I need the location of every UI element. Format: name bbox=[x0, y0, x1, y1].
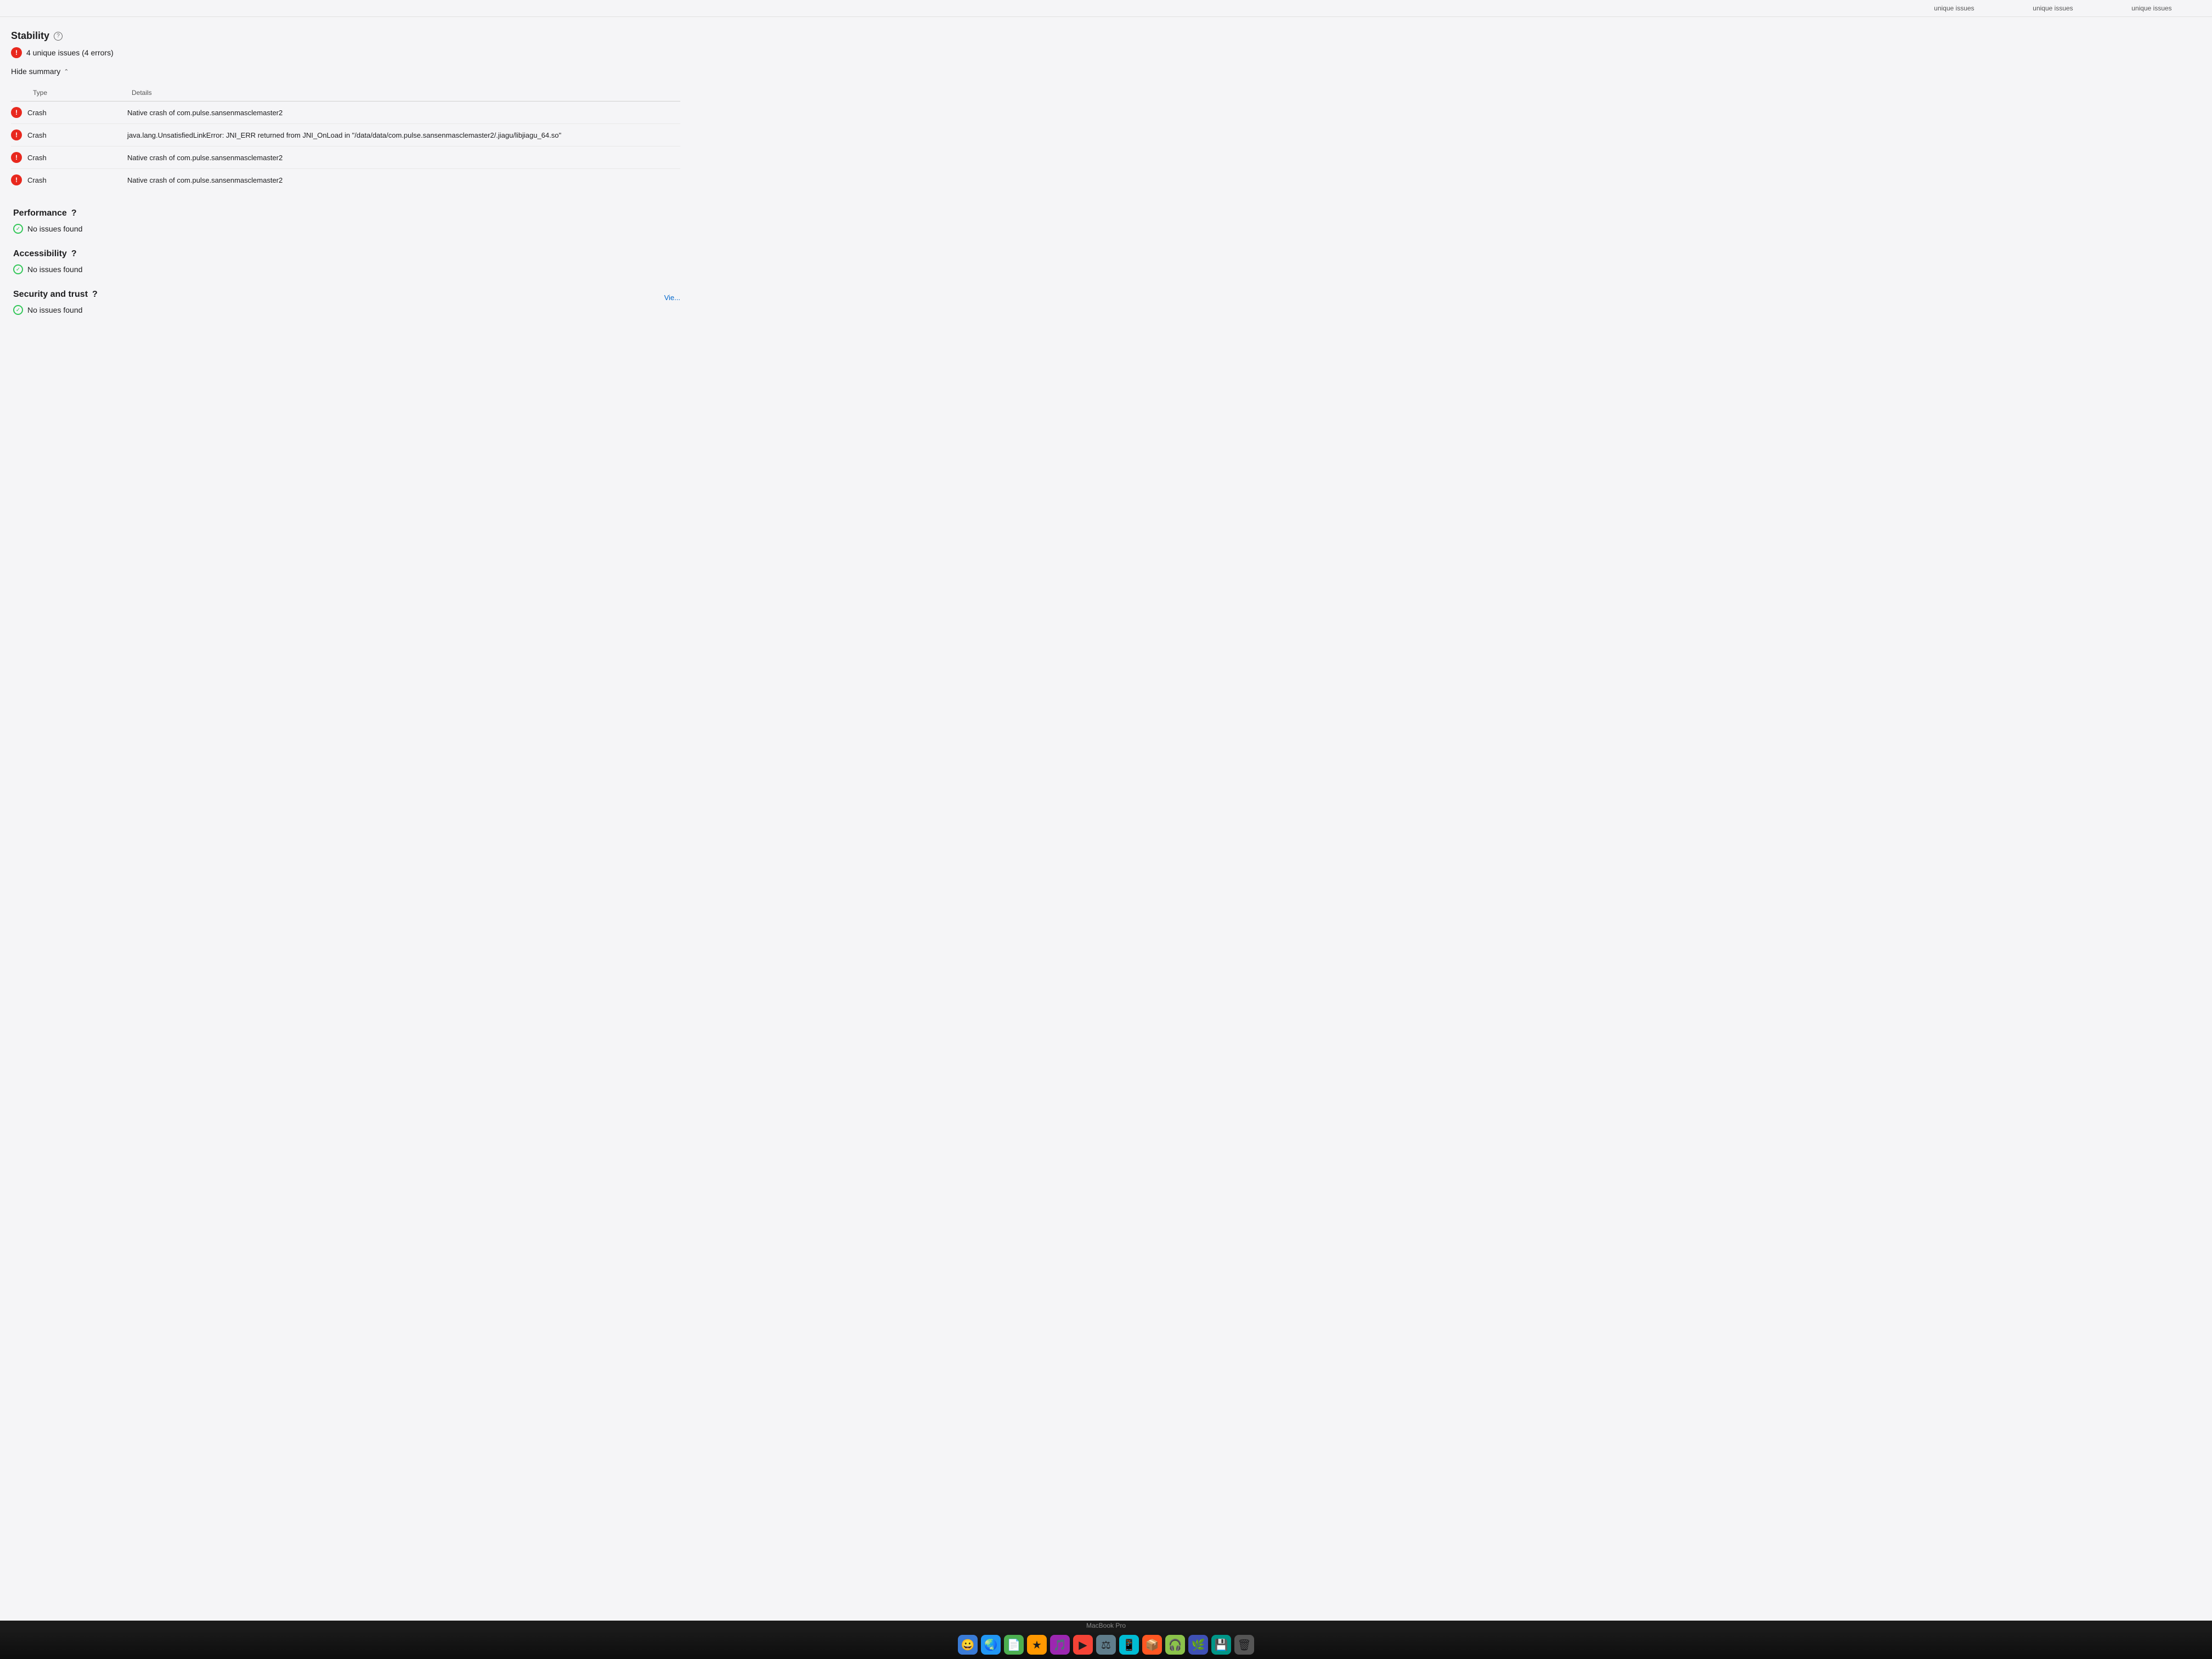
dock-icon-10[interactable]: 🎧 bbox=[1165, 1635, 1185, 1655]
hide-summary-button[interactable]: Hide summary ⌃ bbox=[11, 67, 69, 76]
header-col-1: unique issues bbox=[1905, 4, 2004, 12]
security-status: ✓ No issues found bbox=[11, 305, 680, 315]
top-header: unique issues unique issues unique issue… bbox=[0, 0, 2212, 17]
dock-icon-3[interactable]: 📄 bbox=[1004, 1635, 1024, 1655]
accessibility-status: ✓ No issues found bbox=[11, 264, 680, 274]
check-icon: ✓ bbox=[13, 224, 23, 234]
details-column-header: Details bbox=[127, 84, 680, 101]
macbook-label: MacBook Pro bbox=[0, 1621, 2212, 1630]
performance-title: Performance ? bbox=[11, 208, 680, 218]
table-row: ! Crash Native crash of com.pulse.sansen… bbox=[11, 169, 680, 191]
details-cell: Native crash of com.pulse.sansenmasclema… bbox=[127, 169, 680, 191]
security-header: Security and trust ? Vie... bbox=[11, 290, 680, 305]
dock-icon-2[interactable]: 🌏 bbox=[981, 1635, 1001, 1655]
accessibility-section: Accessibility ? ✓ No issues found bbox=[11, 249, 680, 274]
main-content: Stability ? ! 4 unique issues (4 errors)… bbox=[0, 17, 691, 343]
table-row: ! Crash Native crash of com.pulse.sansen… bbox=[11, 146, 680, 169]
performance-help-icon[interactable]: ? bbox=[71, 208, 77, 218]
row-error-icon: ! bbox=[11, 174, 22, 185]
dock-finder[interactable]: 😀 bbox=[958, 1635, 978, 1655]
dock-icon-9[interactable]: 📦 bbox=[1142, 1635, 1162, 1655]
details-cell: java.lang.UnsatisfiedLinkError: JNI_ERR … bbox=[127, 124, 680, 146]
dock-icon-6[interactable]: ▶ bbox=[1073, 1635, 1093, 1655]
page-wrapper: unique issues unique issues unique issue… bbox=[0, 0, 2212, 1659]
type-cell: ! Crash bbox=[11, 124, 127, 146]
type-cell: ! Crash bbox=[11, 101, 127, 124]
row-error-icon: ! bbox=[11, 107, 22, 118]
dock-icon-12[interactable]: 💾 bbox=[1211, 1635, 1231, 1655]
dock-icon-4[interactable]: ★ bbox=[1027, 1635, 1047, 1655]
check-icon: ✓ bbox=[13, 264, 23, 274]
check-icon: ✓ bbox=[13, 305, 23, 315]
security-help-icon[interactable]: ? bbox=[92, 290, 98, 300]
row-error-icon: ! bbox=[11, 129, 22, 140]
stability-section: Stability ? ! 4 unique issues (4 errors)… bbox=[11, 30, 680, 191]
row-error-icon: ! bbox=[11, 152, 22, 163]
stability-issue-count: ! 4 unique issues (4 errors) bbox=[11, 47, 680, 58]
header-col-3: unique issues bbox=[2102, 4, 2201, 12]
table-row: ! Crash Native crash of com.pulse.sansen… bbox=[11, 101, 680, 124]
chevron-up-icon: ⌃ bbox=[64, 68, 69, 75]
security-section: Security and trust ? Vie... ✓ No issues … bbox=[11, 290, 680, 315]
accessibility-title: Accessibility ? bbox=[11, 249, 680, 259]
header-col-2: unique issues bbox=[2004, 4, 2102, 12]
security-view-link[interactable]: Vie... bbox=[664, 294, 680, 302]
error-icon: ! bbox=[11, 47, 22, 58]
table-row: ! Crash java.lang.UnsatisfiedLinkError: … bbox=[11, 124, 680, 146]
dock-icon-11[interactable]: 🌿 bbox=[1188, 1635, 1208, 1655]
dock-icon-8[interactable]: 📱 bbox=[1119, 1635, 1139, 1655]
details-cell: Native crash of com.pulse.sansenmasclema… bbox=[127, 146, 680, 169]
details-cell: Native crash of com.pulse.sansenmasclema… bbox=[127, 101, 680, 124]
dock-icon-5[interactable]: 🎵 bbox=[1050, 1635, 1070, 1655]
type-column-header: Type bbox=[11, 84, 127, 101]
dock-icon-7[interactable]: ⚖ bbox=[1096, 1635, 1116, 1655]
type-cell: ! Crash bbox=[11, 169, 127, 191]
accessibility-help-icon[interactable]: ? bbox=[71, 249, 77, 259]
performance-section: Performance ? ✓ No issues found bbox=[11, 208, 680, 234]
performance-status: ✓ No issues found bbox=[11, 224, 680, 234]
macos-dock: 😀 🌏 📄 ★ 🎵 ▶ ⚖ 📱 📦 🎧 🌿 💾 🗑 bbox=[0, 1630, 2212, 1659]
dock-icon-trash[interactable]: 🗑 bbox=[1234, 1635, 1254, 1655]
security-title: Security and trust ? bbox=[11, 290, 98, 300]
stability-help-icon[interactable]: ? bbox=[54, 32, 63, 41]
stability-title: Stability ? bbox=[11, 30, 680, 42]
type-cell: ! Crash bbox=[11, 146, 127, 169]
stability-table: Type Details ! Crash bbox=[11, 84, 680, 191]
